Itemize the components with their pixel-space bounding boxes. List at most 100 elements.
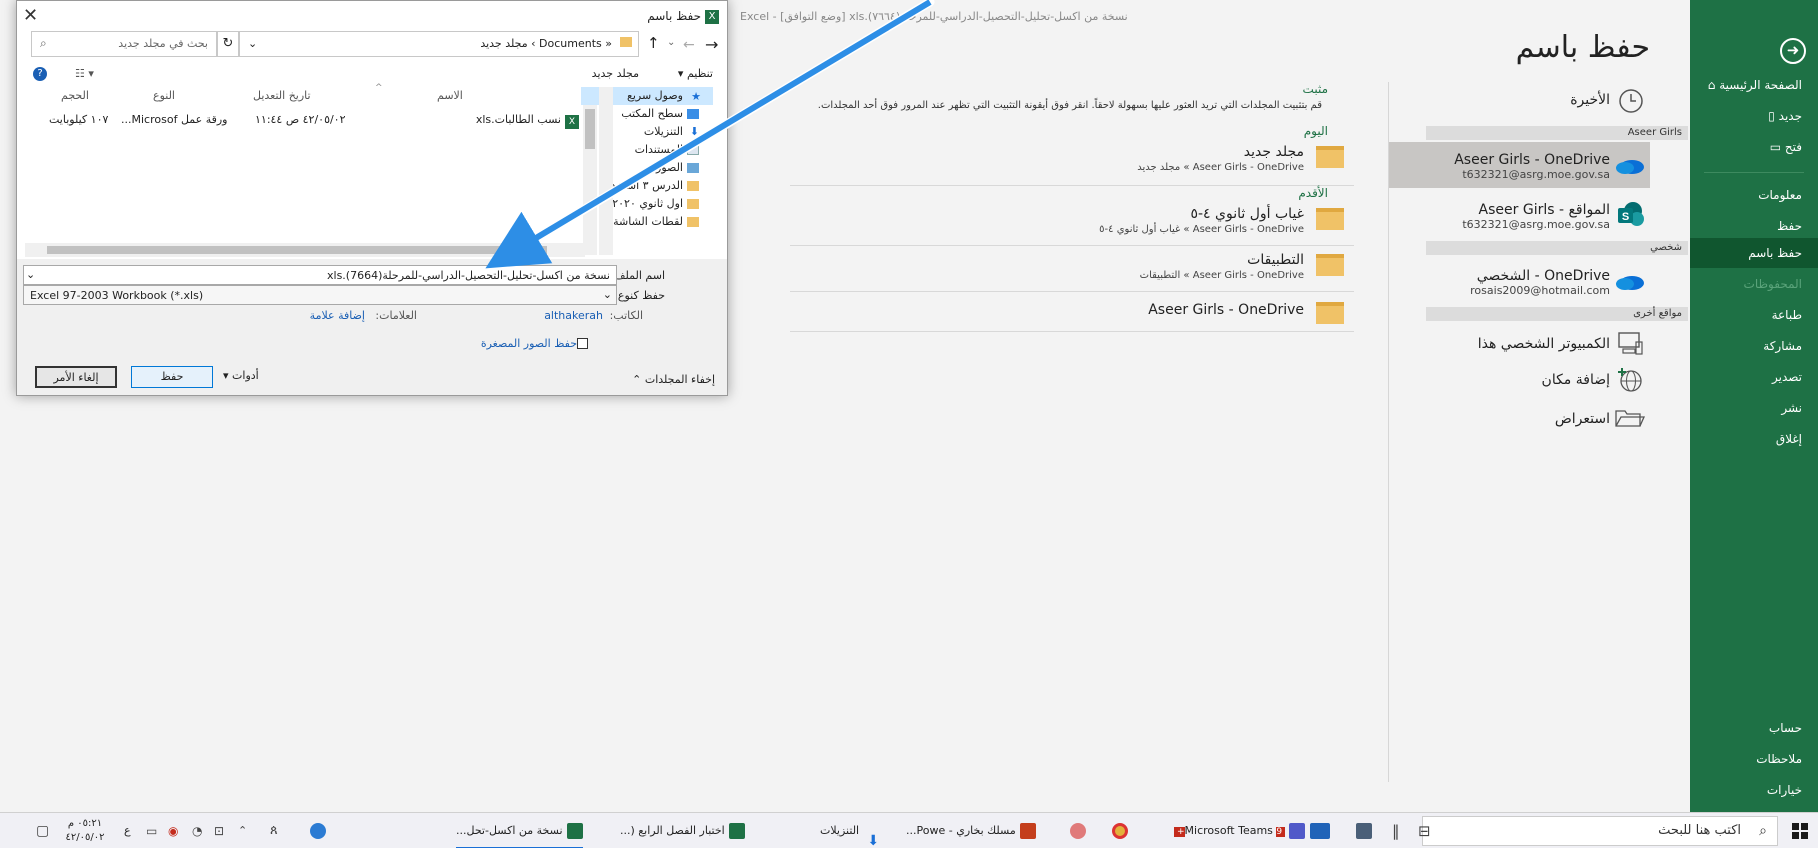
folder-name: غياب أول ثانوي ٤-٥ — [1190, 206, 1304, 222]
clock-date: ٤٢/٠٥/٠٢ — [65, 832, 105, 843]
taskbar-app-downloads[interactable]: ⬇ التنزيلات — [820, 813, 879, 848]
antivirus-icon[interactable]: ◉ — [168, 813, 178, 848]
hide-folders-button[interactable]: إخفاء المجلدات ⌃ — [632, 373, 715, 386]
people-icon[interactable]: ጰ — [270, 813, 278, 848]
sidebar-divider — [1704, 172, 1804, 173]
sidebar-item-open[interactable]: فتح ▭ — [1690, 132, 1818, 162]
taskbar-app-teams[interactable]: Microsoft Teams 9+ — [1174, 813, 1306, 848]
clock[interactable]: ٠٥:٢١ م ٤٢/٠٥/٠٢ — [62, 813, 108, 848]
thumbnail-checkbox[interactable] — [577, 338, 588, 349]
tray-app-icon[interactable] — [306, 813, 326, 848]
help-icon[interactable]: ? — [33, 67, 47, 81]
folder-row[interactable]: Aseer Girls - OneDrive — [790, 296, 1354, 332]
taskbar-app-excel-2[interactable]: نسخة من اكسل-تحل... — [456, 813, 583, 848]
save-type-label: حفظ كنوع: — [614, 289, 665, 302]
sidebar-item-label: مشاركة — [1763, 339, 1802, 353]
folder-name: التطبيقات — [1247, 252, 1304, 268]
network-icon[interactable]: ⊡ — [214, 813, 224, 848]
taskbar-app-label: مسلك بخاري - Powe... — [906, 824, 1016, 837]
author-value[interactable]: althakerah — [544, 309, 603, 322]
sidebar-item-print[interactable]: طباعة — [1690, 300, 1818, 330]
snipping-glyph — [1070, 823, 1086, 839]
refresh-icon[interactable]: ↻ — [217, 31, 239, 57]
cancel-button[interactable]: إلغاء الأمر — [35, 366, 117, 388]
taskbar-search-input[interactable]: اكتب هنا للبحث ⌕ — [1422, 816, 1778, 846]
widgets-icon[interactable]: ‖ — [1392, 813, 1400, 848]
teams-icon — [1289, 823, 1306, 839]
close-icon[interactable]: ✕ — [23, 5, 38, 26]
sidebar-item-share[interactable]: مشاركة — [1690, 331, 1818, 361]
chevron-down-icon[interactable]: ⌄ — [26, 268, 35, 281]
calculator-icon[interactable] — [1352, 813, 1372, 848]
sidebar-item-label: نشر — [1781, 401, 1802, 415]
sidebar-item-label: المحفوظات — [1743, 277, 1802, 291]
save-type-select[interactable]: Excel 97-2003 Workbook (*.xls) ⌄ — [23, 285, 617, 305]
mail-icon[interactable] — [1306, 813, 1330, 848]
column-modified[interactable]: تاريخ التعديل — [253, 89, 311, 102]
onedrive-cloud-icon — [1616, 276, 1644, 290]
sidebar-item-export[interactable]: تصدير — [1690, 362, 1818, 392]
sidebar-item-publish[interactable]: نشر — [1690, 393, 1818, 423]
back-arrow-icon[interactable]: ➜ — [1780, 38, 1806, 64]
backstage-sidebar: ➜ الصفحة الرئيسية ⌂ جديد ▯ فتح ▭ معلومات… — [1690, 0, 1818, 812]
sidebar-item-save[interactable]: حفظ — [1690, 211, 1818, 241]
taskbar-app-label: اختبار الفصل الرابع (... — [620, 824, 725, 837]
chevron-down-icon[interactable]: ⌄ — [603, 288, 612, 301]
powerpoint-icon — [1019, 823, 1036, 839]
sidebar-item-label: ملاحظات — [1756, 752, 1802, 766]
folder-name: مجلد جديد — [1243, 144, 1304, 160]
sidebar-item-save-as[interactable]: حفظ باسم — [1690, 238, 1818, 268]
annotation-arrow — [485, 0, 935, 269]
chevron-down-icon[interactable]: ⌄ — [248, 37, 257, 50]
column-size[interactable]: الحجم — [61, 89, 89, 102]
column-name[interactable]: الاسم — [437, 89, 463, 102]
save-button[interactable]: حفظ — [131, 366, 213, 388]
tools-label: أدوات — [232, 369, 259, 382]
sidebar-item-history: المحفوظات — [1690, 269, 1818, 299]
sidebar-item-label: طباعة — [1771, 308, 1802, 322]
sidebar-item-label: جديد — [1778, 109, 1802, 123]
windows-start-icon[interactable] — [1792, 823, 1808, 839]
snipping-tool-icon[interactable] — [1066, 813, 1086, 848]
sidebar-item-label: فتح — [1784, 140, 1802, 154]
sidebar-item-new[interactable]: جديد ▯ — [1690, 101, 1818, 131]
excel-icon — [728, 823, 745, 839]
clock-icon — [1619, 89, 1643, 113]
search-input[interactable]: بحث في مجلد جديد ⌕ — [31, 31, 217, 57]
taskbar-app-label: نسخة من اكسل-تحل... — [456, 824, 563, 837]
sidebar-item-label: تصدير — [1771, 370, 1802, 384]
wifi-icon[interactable]: ◔ — [192, 813, 202, 848]
chrome-icon[interactable] — [1108, 813, 1128, 848]
globe-add-icon — [1618, 368, 1642, 392]
sidebar-item-label: حفظ باسم — [1748, 246, 1802, 260]
tools-menu[interactable]: أدوات ▾ — [223, 369, 259, 382]
task-view-icon[interactable]: ⊟ — [1418, 813, 1431, 848]
today-header: اليوم — [1303, 124, 1328, 138]
home-icon: ⌂ — [1707, 78, 1716, 92]
sharepoint-icon: S — [1618, 202, 1644, 226]
sidebar-item-options[interactable]: خيارات — [1690, 775, 1818, 805]
sidebar-item-label: حفظ — [1777, 219, 1802, 233]
file-modified: ٤٢/٠٥/٠٢ ص ١١:٤٤ — [255, 113, 346, 126]
sidebar-item-account[interactable]: حساب — [1690, 713, 1818, 743]
chevron-up-icon[interactable]: ⌃ — [238, 813, 247, 848]
thumbnail-label[interactable]: حفظ الصور المصغرة — [481, 337, 577, 350]
taskbar-app-excel-1[interactable]: اختبار الفصل الرابع (... — [620, 813, 745, 848]
sidebar-item-close[interactable]: إغلاق — [1690, 424, 1818, 454]
battery-icon[interactable]: ▭ — [146, 813, 157, 848]
sidebar-item-info[interactable]: معلومات — [1690, 180, 1818, 210]
column-type[interactable]: النوع — [153, 89, 175, 102]
notification-icon[interactable]: ▢ — [36, 813, 49, 848]
scroll-thumb[interactable] — [47, 246, 547, 254]
computer-icon — [1618, 332, 1643, 355]
view-options-icon[interactable]: ▾ ☷ — [75, 67, 94, 80]
author-label: الكاتب: — [609, 309, 643, 322]
sidebar-item-feedback[interactable]: ملاحظات — [1690, 744, 1818, 774]
chevron-up-icon: ⌃ — [632, 373, 642, 386]
input-language[interactable]: ع — [124, 813, 131, 848]
hide-folders-label: إخفاء المجلدات — [644, 373, 715, 386]
taskbar-app-powerpoint[interactable]: مسلك بخاري - Powe... — [906, 813, 1036, 848]
add-tag-link[interactable]: إضافة علامة — [310, 309, 365, 322]
pinned-header: مثبت — [1302, 82, 1328, 96]
sidebar-item-home[interactable]: الصفحة الرئيسية ⌂ — [1690, 70, 1818, 100]
